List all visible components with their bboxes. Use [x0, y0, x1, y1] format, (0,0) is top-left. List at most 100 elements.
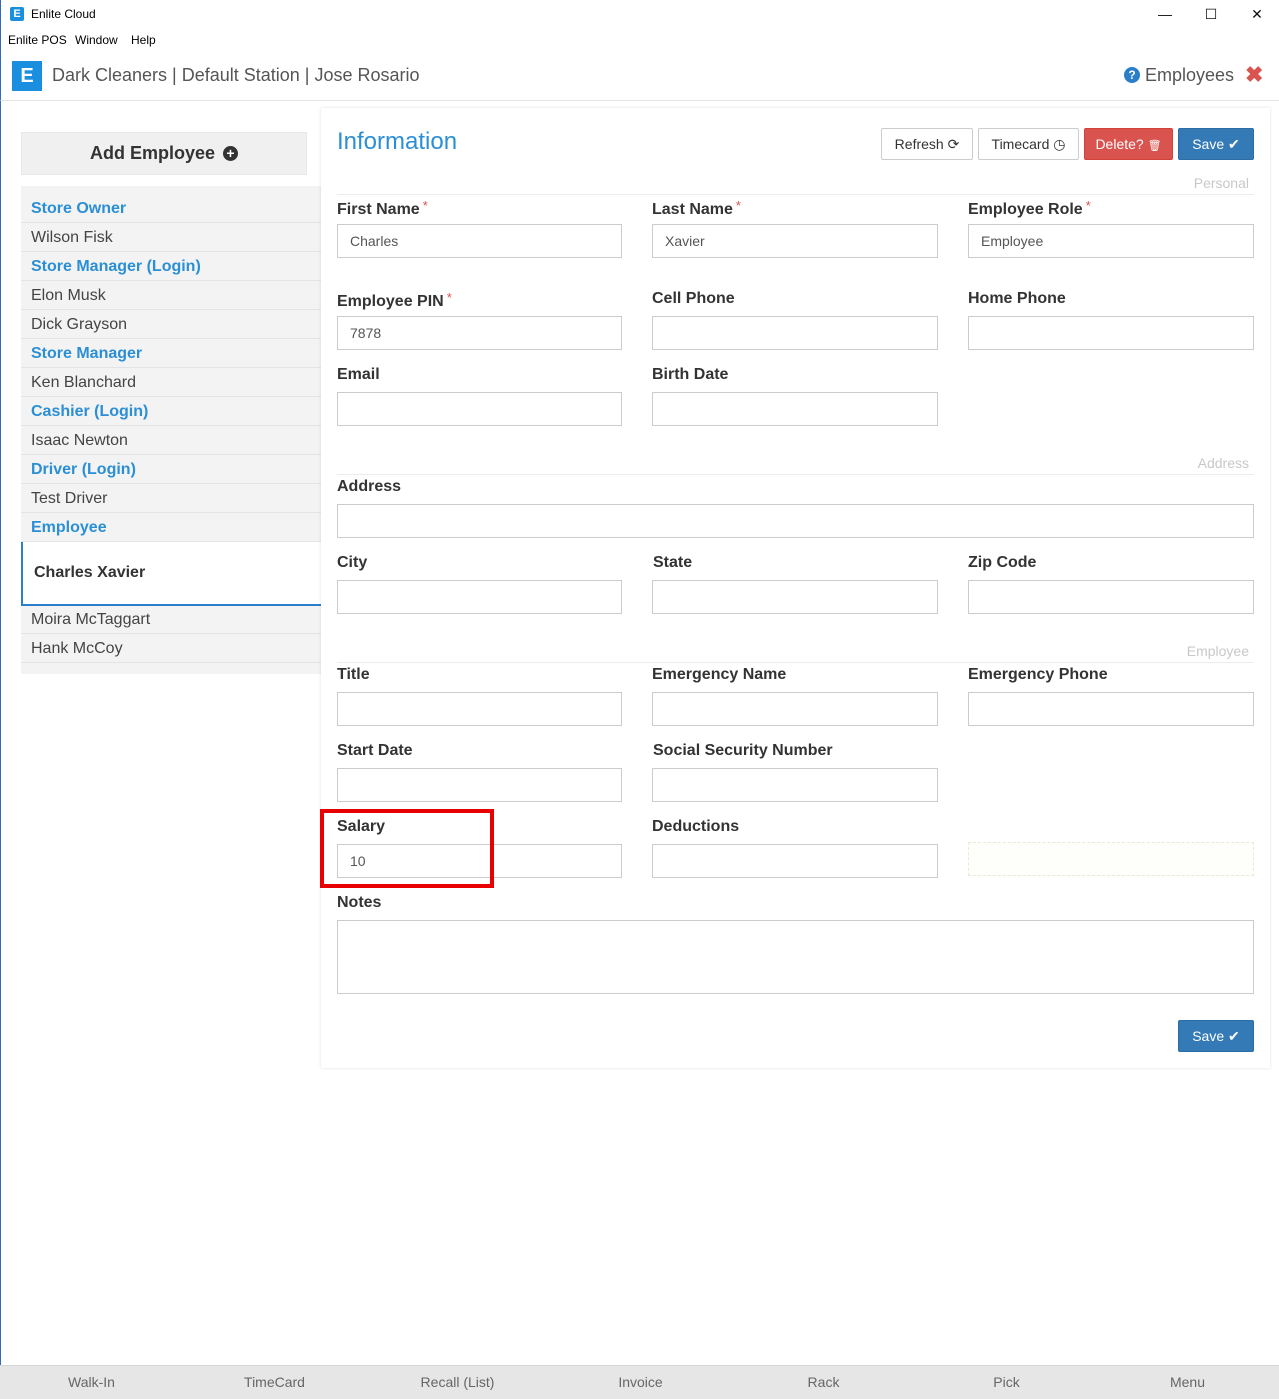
emergency-name-label: Emergency Name — [652, 666, 787, 683]
plus-circle-icon: + — [223, 146, 239, 161]
home-phone-label: Home Phone — [968, 290, 1066, 307]
ssn-field[interactable] — [652, 768, 938, 802]
first-name-field[interactable]: Charles — [337, 224, 622, 258]
zip-code-label: Zip Code — [968, 554, 1037, 571]
section-employee: Employee — [1186, 643, 1249, 659]
help-icon[interactable]: ? — [1124, 67, 1140, 83]
employee-item-charles-xavier[interactable]: Charles Xavier — [21, 542, 321, 606]
timecard-label: Timecard — [991, 136, 1050, 152]
trash-icon: 🗑 — [1147, 140, 1162, 152]
refresh-button[interactable]: Refresh ⟳ — [881, 128, 973, 160]
page-title: Employees — [1145, 65, 1235, 85]
notes-label: Notes — [337, 894, 382, 911]
cell-phone-label: Cell Phone — [652, 290, 735, 307]
walk-in-button[interactable]: Walk-In — [0, 1366, 183, 1399]
ssn-label: Social Security Number — [653, 742, 833, 759]
delete-button[interactable]: Delete? 🗑 — [1084, 128, 1173, 160]
menu-button[interactable]: Menu — [1096, 1366, 1279, 1399]
emergency-phone-field[interactable] — [968, 692, 1254, 726]
app-logo-icon: E — [10, 7, 24, 21]
section-personal: Personal — [1193, 175, 1249, 191]
save-button-bottom[interactable]: Save ✔ — [1178, 1020, 1254, 1052]
title-field[interactable] — [337, 692, 622, 726]
refresh-label: Refresh — [894, 136, 944, 152]
state-field[interactable] — [652, 580, 938, 614]
employee-role-label: Employee Role * — [968, 198, 1091, 218]
start-date-field[interactable] — [337, 768, 622, 802]
save-label: Save — [1192, 1028, 1225, 1044]
employee-pin-field[interactable]: 7878 — [337, 316, 622, 350]
clock-icon: ◷ — [1053, 136, 1066, 152]
city-field[interactable] — [337, 580, 622, 614]
employee-pin-label: Employee PIN * — [337, 290, 452, 310]
first-name-label: First Name * — [337, 198, 428, 218]
birth-date-field[interactable] — [652, 392, 938, 426]
employee-info-panel: Information Refresh ⟳ Timecard ◷ Delete?… — [321, 108, 1270, 1068]
bottom-nav-bar: Walk-In TimeCard Recall (List) Invoice R… — [0, 1365, 1279, 1399]
start-date-label: Start Date — [337, 742, 413, 759]
employee-item-wilson-fisk[interactable]: Wilson Fisk — [21, 223, 321, 252]
employee-item-hank-mccoy[interactable]: Hank McCoy — [21, 634, 321, 663]
address-label: Address — [337, 478, 402, 495]
birth-date-label: Birth Date — [652, 366, 729, 383]
group-store-manager: Store Manager — [21, 339, 321, 368]
minimize-button[interactable]: — — [1142, 3, 1188, 27]
employee-item-dick-grayson[interactable]: Dick Grayson — [21, 310, 321, 339]
cell-phone-field[interactable] — [652, 316, 938, 350]
group-cashier-login: Cashier (Login) — [21, 397, 321, 426]
employee-item-isaac-newton[interactable]: Isaac Newton — [21, 426, 321, 455]
empty-drop-slot — [968, 842, 1254, 876]
employee-item-test-driver[interactable]: Test Driver — [21, 484, 321, 513]
menu-help[interactable]: Help — [131, 33, 156, 47]
group-store-manager-login: Store Manager (Login) — [21, 252, 321, 281]
add-employee-button[interactable]: Add Employee + — [21, 132, 307, 175]
email-field[interactable] — [337, 392, 622, 426]
info-title: Information — [337, 128, 458, 155]
recall-list-button[interactable]: Recall (List) — [366, 1366, 549, 1399]
emergency-phone-label: Emergency Phone — [968, 666, 1108, 683]
check-icon: ✔ — [1228, 136, 1240, 152]
deductions-field[interactable] — [652, 844, 938, 878]
home-phone-field[interactable] — [968, 316, 1254, 350]
brand-logo-icon: E — [12, 61, 42, 91]
save-button-top[interactable]: Save ✔ — [1178, 128, 1254, 160]
state-label: State — [653, 554, 693, 571]
timecard-button[interactable]: Timecard ◷ — [978, 128, 1079, 160]
close-window-button[interactable]: ✕ — [1234, 3, 1279, 27]
employee-item-elon-musk[interactable]: Elon Musk — [21, 281, 321, 310]
invoice-button[interactable]: Invoice — [549, 1366, 732, 1399]
save-label: Save — [1192, 136, 1225, 152]
last-name-label: Last Name * — [652, 198, 741, 218]
deductions-label: Deductions — [652, 818, 740, 835]
employee-role-select[interactable]: Employee — [968, 224, 1254, 258]
last-name-field[interactable]: Xavier — [652, 224, 938, 258]
menu-enlite-pos[interactable]: Enlite POS — [8, 33, 67, 47]
close-page-icon[interactable]: ✖ — [1245, 62, 1263, 88]
zip-code-field[interactable] — [968, 580, 1254, 614]
emergency-name-field[interactable] — [652, 692, 938, 726]
section-divider — [337, 194, 1254, 195]
delete-label: Delete? — [1095, 136, 1144, 152]
city-label: City — [337, 554, 368, 571]
title-label: Title — [337, 666, 370, 683]
group-driver-login: Driver (Login) — [21, 455, 321, 484]
menu-window[interactable]: Window — [75, 33, 118, 47]
notes-textarea[interactable] — [337, 920, 1254, 994]
rack-button[interactable]: Rack — [732, 1366, 915, 1399]
add-employee-label: Add Employee — [89, 143, 215, 163]
window-title: Enlite Cloud — [31, 7, 96, 21]
employee-list: Store Owner Wilson Fisk Store Manager (L… — [21, 186, 321, 674]
app-header: E Dark Cleaners | Default Station | Jose… — [0, 50, 1279, 101]
address-field[interactable] — [337, 504, 1254, 538]
employee-item-moira-mctaggart[interactable]: Moira McTaggart — [21, 605, 321, 634]
refresh-icon: ⟳ — [947, 136, 960, 152]
window-border — [0, 0, 1, 1399]
menu-bar: Enlite POS Window Help — [0, 30, 1279, 50]
section-divider — [337, 662, 1254, 663]
employee-item-ken-blanchard[interactable]: Ken Blanchard — [21, 368, 321, 397]
timecard-nav-button[interactable]: TimeCard — [183, 1366, 366, 1399]
maximize-button[interactable]: ☐ — [1188, 3, 1234, 27]
group-employee: Employee — [21, 513, 321, 542]
section-address: Address — [1197, 455, 1249, 471]
pick-button[interactable]: Pick — [915, 1366, 1098, 1399]
